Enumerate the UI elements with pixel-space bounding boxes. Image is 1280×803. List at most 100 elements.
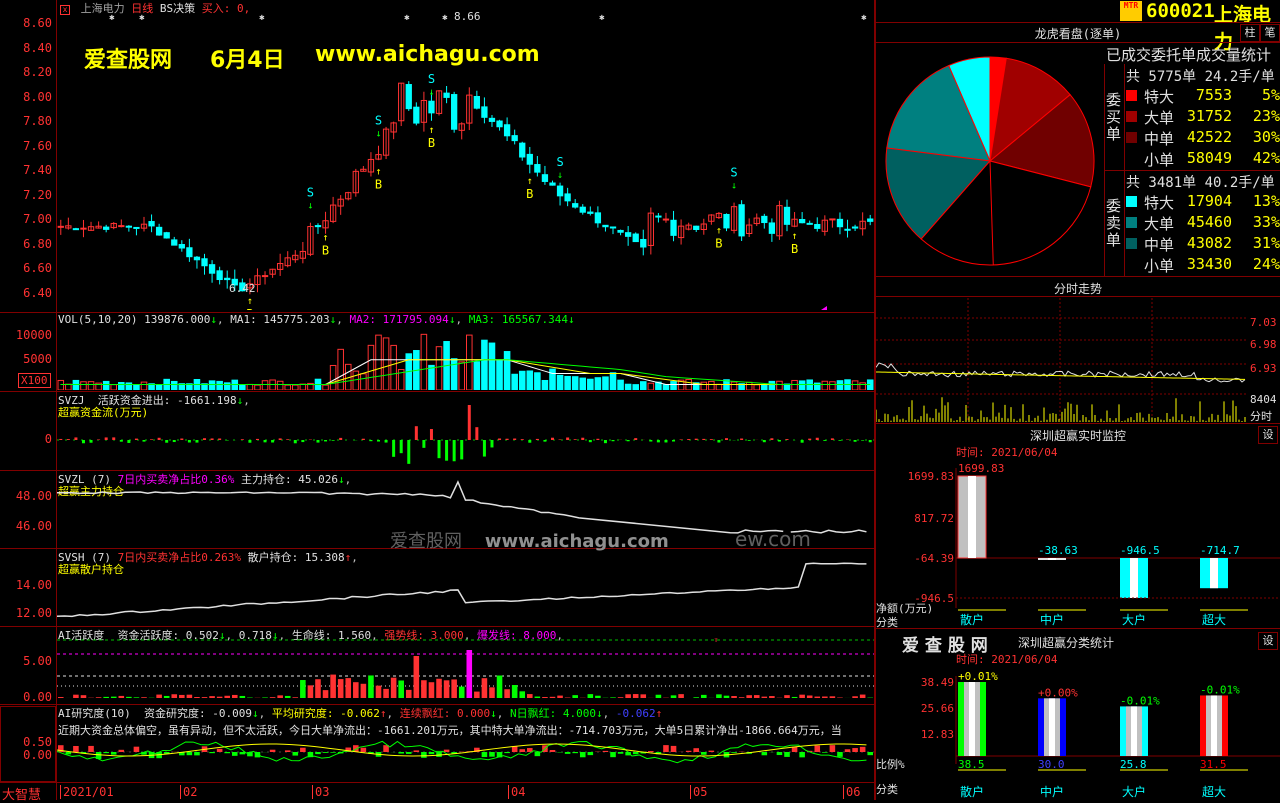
flow-bar xyxy=(657,440,660,442)
flow-bar xyxy=(687,439,690,440)
candle-body xyxy=(444,93,449,97)
research-bar xyxy=(361,748,367,752)
activity-bar xyxy=(224,696,230,698)
ai-activity-chart[interactable]: ↑ xyxy=(57,638,874,702)
intraday-vol-label: 分时 xyxy=(1250,408,1272,424)
volume-bar xyxy=(565,376,571,390)
volume-chart[interactable] xyxy=(57,326,874,390)
net-flow-bar-chart[interactable]: 1699.83817.72-64.39-946.51699.83散户-38.63… xyxy=(876,458,1280,628)
sell-total: 共 3481单 40.2手/单 xyxy=(1126,172,1275,192)
candle-body xyxy=(656,216,661,217)
ratio-bar-chart[interactable]: 38.4925.6612.83+0.01%38.5散户+0.00%30.0中户-… xyxy=(876,666,1280,800)
sell-signal: S xyxy=(428,72,435,86)
volume-bar xyxy=(754,385,760,390)
date-axis-label: 02 xyxy=(180,785,197,799)
activity-bar xyxy=(739,697,745,698)
flow-bar xyxy=(581,438,584,440)
flow-bar xyxy=(59,439,62,440)
flow-bar xyxy=(430,429,433,440)
ratio-bar xyxy=(1120,706,1148,756)
tick-view-button[interactable]: 笔 xyxy=(1260,24,1280,42)
flow-bar xyxy=(271,440,274,442)
research-bar xyxy=(315,752,321,754)
volume-bar xyxy=(119,383,125,390)
volume-bar xyxy=(557,375,563,390)
volume-bar xyxy=(436,347,442,390)
flow-bar xyxy=(490,440,493,447)
activity-bar xyxy=(179,695,185,698)
flow-bar xyxy=(816,438,819,440)
activity-bar xyxy=(171,694,177,698)
ai-research-chart[interactable] xyxy=(57,736,874,780)
volume-bar xyxy=(58,380,64,390)
buy-color-swatch xyxy=(1126,111,1137,122)
buy-signal: B xyxy=(375,178,382,192)
flow-bar xyxy=(543,440,546,442)
flow-bar xyxy=(422,440,425,448)
research-bar xyxy=(580,752,586,757)
date-axis-label: 2021/01 xyxy=(60,785,114,799)
activity-bar xyxy=(103,697,109,698)
main-force-line xyxy=(57,482,783,533)
candle-body xyxy=(194,257,199,260)
activity-bar xyxy=(300,680,306,698)
volume-bar xyxy=(588,379,594,390)
monitor-bar-highlight xyxy=(1048,558,1056,560)
candle-body xyxy=(580,207,585,212)
volume-bar xyxy=(595,378,601,390)
candle-body xyxy=(119,226,124,227)
flow-bar xyxy=(105,437,108,440)
candle-body xyxy=(58,226,63,227)
volume-bar xyxy=(497,360,503,390)
activity-bar xyxy=(625,694,631,698)
flow-bar xyxy=(695,439,698,440)
flow-bar xyxy=(717,440,720,442)
sell-arrow: ↓ xyxy=(557,170,563,181)
main-chart-area[interactable]: x 上海电力 日线 BS决策 买入: 0, 8.608.408.208.007.… xyxy=(0,0,874,800)
stock-code: 600021 xyxy=(1146,0,1215,22)
volume-bar xyxy=(799,381,805,390)
candle-body xyxy=(504,125,509,136)
classify-category: 超大 xyxy=(1202,784,1226,799)
intraday-axis-693: 6.93 xyxy=(1250,362,1277,375)
candle-body xyxy=(489,118,494,121)
activity-bar xyxy=(595,696,601,698)
volume-bar xyxy=(361,374,367,390)
volume-bar xyxy=(323,385,329,390)
flow-bar xyxy=(453,440,456,461)
flow-bar xyxy=(566,437,569,440)
fund-flow-chart[interactable] xyxy=(57,400,874,468)
research-bar xyxy=(194,752,200,755)
flow-bar xyxy=(112,437,115,440)
intraday-axis-698: 6.98 xyxy=(1250,338,1277,351)
bar-view-button[interactable]: 柱 xyxy=(1240,24,1260,42)
activity-bar xyxy=(96,697,102,698)
order-pie-chart[interactable] xyxy=(876,44,1104,274)
price-axis-label: 7.60 xyxy=(0,139,52,153)
monitor-title: 深圳超赢实时监控 xyxy=(876,427,1280,444)
activity-bar xyxy=(209,696,215,698)
candle-body xyxy=(799,220,804,223)
classify-settings-button[interactable]: 设 xyxy=(1258,632,1278,650)
retail-position-chart[interactable] xyxy=(57,558,874,624)
classify-cat-label: 分类 xyxy=(876,781,898,797)
activity-bar xyxy=(512,685,518,698)
volume-bar xyxy=(716,384,722,390)
sell-color-swatch xyxy=(1126,238,1137,249)
flow-bar xyxy=(574,439,577,440)
volume-bar xyxy=(376,335,382,390)
monitor-bar-value: 1699.83 xyxy=(958,462,1004,475)
flow-bar xyxy=(770,438,773,440)
sell-signal: S xyxy=(730,166,737,180)
brand-label[interactable]: 大智慧 xyxy=(2,784,41,803)
mtr-badge[interactable]: MTR xyxy=(1120,1,1142,21)
candle-body xyxy=(550,183,555,185)
marker-star: ✱ xyxy=(861,13,867,23)
research-bar xyxy=(565,752,571,754)
flow-bar xyxy=(332,440,335,441)
flow-bar xyxy=(725,438,728,440)
monitor-settings-button[interactable]: 设 xyxy=(1258,426,1278,444)
flow-bar xyxy=(475,427,478,440)
intraday-chart[interactable] xyxy=(876,298,1246,422)
sell-row: 大单4546033% xyxy=(1126,213,1280,233)
